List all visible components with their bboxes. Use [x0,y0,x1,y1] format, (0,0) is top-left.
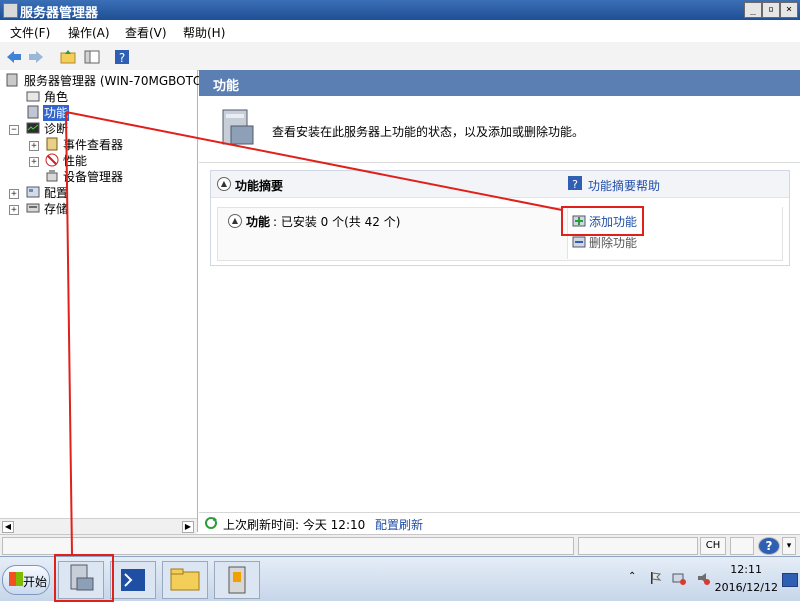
annotation-line [65,111,563,211]
annotation-lines [65,111,563,555]
annotation-line [65,111,73,555]
